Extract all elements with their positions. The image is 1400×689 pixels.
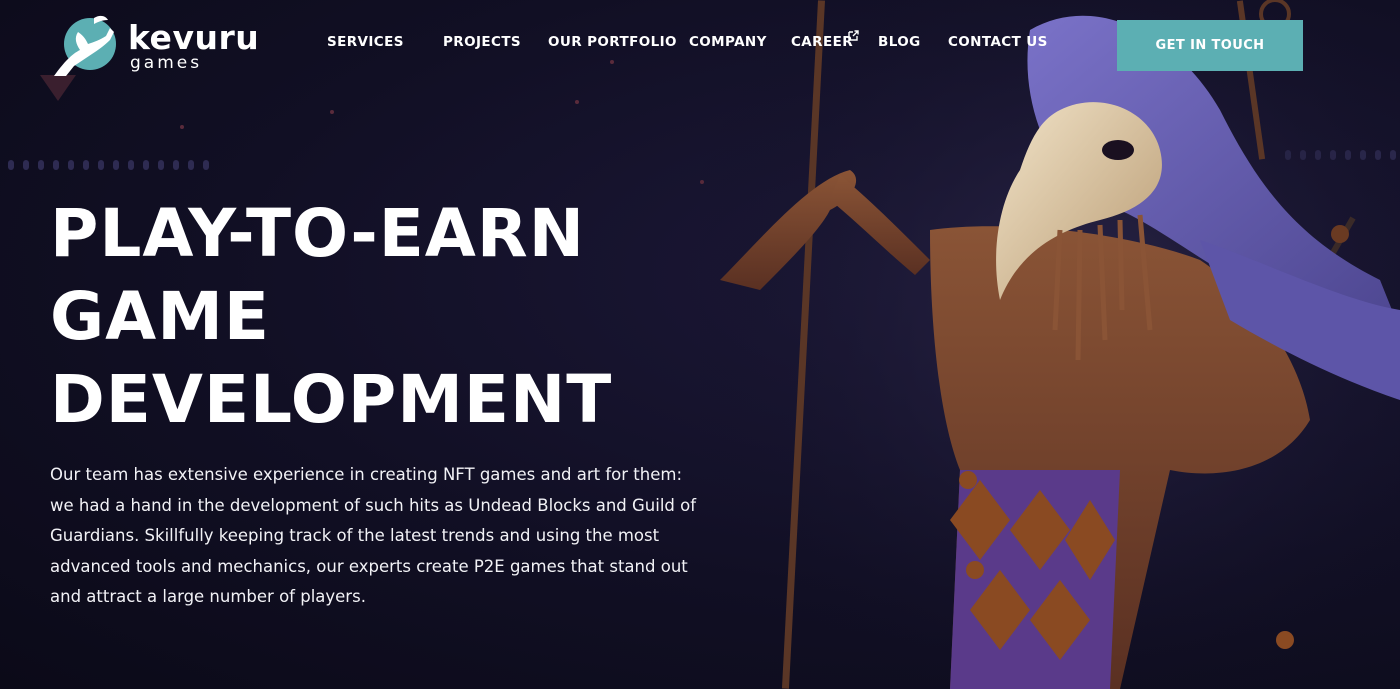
hero-title-line-3: DEVELOPMENT xyxy=(50,361,613,438)
decorative-spark xyxy=(180,125,184,129)
nav-projects[interactable]: PROJECTS xyxy=(443,34,521,50)
get-in-touch-button[interactable]: GET IN TOUCH xyxy=(1117,20,1303,71)
decorative-spark xyxy=(330,110,334,114)
hero-character-illustration xyxy=(700,0,1400,689)
page: kevuru games SERVICES PROJECTS OUR PORTF… xyxy=(0,0,1400,689)
site-header: kevuru games SERVICES PROJECTS OUR PORTF… xyxy=(0,0,1400,90)
logo-wordmark: kevuru xyxy=(128,17,260,57)
logo-text: kevuru games xyxy=(128,21,259,72)
nav-career-label: CAREER xyxy=(791,34,853,50)
external-link-icon xyxy=(848,28,859,41)
decorative-spark xyxy=(575,100,579,104)
nav-contact-us[interactable]: CONTACT US xyxy=(948,34,1048,50)
nav-services[interactable]: SERVICES xyxy=(327,34,404,50)
hero-title-line-2: GAME xyxy=(50,278,271,355)
nav-our-portfolio[interactable]: OUR PORTFOLIO xyxy=(548,34,677,50)
brand-logo[interactable]: kevuru games xyxy=(50,14,259,78)
decorative-dots-left xyxy=(8,160,209,170)
gazelle-logo-icon xyxy=(50,14,122,78)
nav-blog[interactable]: BLOG xyxy=(878,34,921,50)
hero-description: Our team has extensive experience in cre… xyxy=(50,465,697,606)
hero-title-line-1: PLAY-TO-EARN xyxy=(50,195,585,272)
nav-company[interactable]: COMPANY xyxy=(689,34,767,50)
logo-subtitle: games xyxy=(130,52,203,73)
nav-career[interactable]: CAREER xyxy=(791,34,853,50)
hero-title: PLAY-TO-EARN GAME DEVELOPMENT xyxy=(50,192,613,441)
